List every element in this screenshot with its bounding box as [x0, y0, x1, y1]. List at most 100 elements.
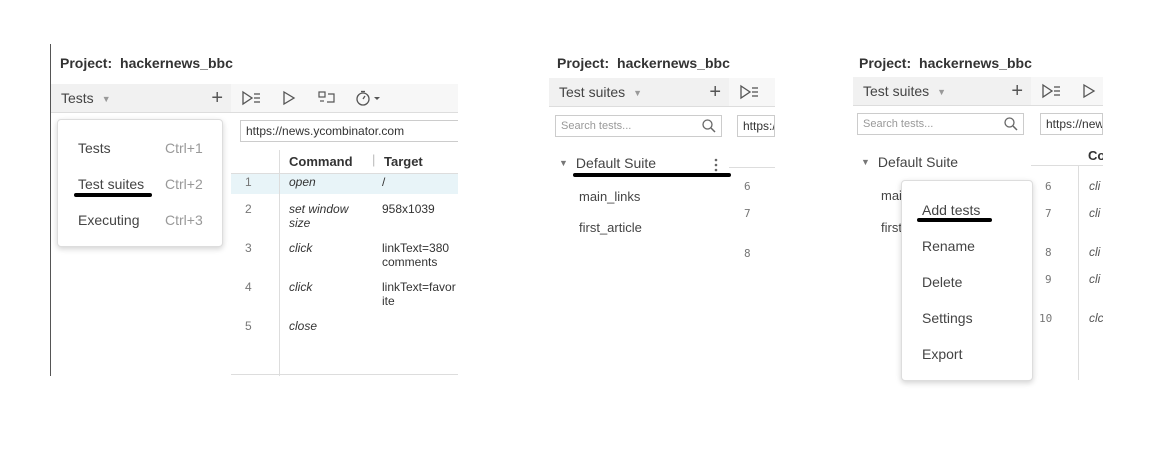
- timer-icon[interactable]: [355, 90, 381, 106]
- toolbar: [729, 78, 775, 107]
- row-number: 8: [744, 247, 751, 260]
- panel-test-suites: Project: hackernews_bbc Test suites ▼ + …: [549, 44, 775, 274]
- play-suite-icon[interactable]: [241, 90, 261, 106]
- play-suite-icon[interactable]: [739, 84, 759, 100]
- caret-down-icon: ▼: [937, 86, 947, 97]
- suite-default[interactable]: ▼ Default Suite: [559, 155, 656, 171]
- row-number: 6: [744, 180, 751, 193]
- suite-context-menu: Add tests Rename Delete Settings Export: [901, 180, 1033, 381]
- row-target: /: [382, 175, 386, 189]
- test-item[interactable]: mai: [881, 188, 902, 203]
- row-target: linkText=380 comments: [382, 241, 450, 269]
- table-row[interactable]: 1 open /: [231, 175, 458, 193]
- project-title: Project: hackernews_bbc: [859, 55, 1032, 71]
- table-row[interactable]: 2 set window size 958x1039: [231, 202, 458, 232]
- menu-item-add-tests[interactable]: Add tests: [922, 202, 980, 218]
- caret-down-icon: ▼: [101, 93, 111, 104]
- play-icon[interactable]: [279, 90, 299, 106]
- menu-item-rename[interactable]: Rename: [922, 238, 975, 254]
- search-icon: [1004, 117, 1018, 131]
- plus-icon[interactable]: +: [1011, 79, 1023, 103]
- table-header-border: [729, 167, 775, 168]
- row-number: 1: [245, 175, 252, 189]
- test-item[interactable]: main_links: [579, 189, 640, 204]
- row-command: cli: [1089, 179, 1101, 193]
- row-command: cli: [1089, 245, 1101, 259]
- suite-default[interactable]: ▼ Default Suite: [861, 154, 958, 170]
- row-command: clc: [1089, 311, 1103, 325]
- sidebar-view-label: Test suites: [559, 84, 626, 100]
- search-icon: [702, 119, 716, 133]
- test-item[interactable]: first_article: [579, 220, 642, 235]
- annotation-underline: [74, 193, 152, 197]
- sidebar-view-selector[interactable]: Tests ▼ +: [51, 84, 231, 113]
- table-row[interactable]: 3 click linkText=380 comments: [231, 241, 458, 271]
- sidebar-view-selector[interactable]: Test suites ▼ +: [853, 77, 1031, 106]
- shortcut-label: Ctrl+1: [165, 140, 203, 156]
- menu-item-executing[interactable]: Executing Ctrl+3: [78, 212, 208, 228]
- toolbar: [1031, 77, 1103, 106]
- suite-name: Default Suite: [877, 154, 959, 170]
- toolbar: [231, 84, 458, 113]
- search-placeholder: Search tests...: [561, 120, 632, 132]
- expand-triangle-icon[interactable]: ▼: [861, 157, 870, 167]
- sidebar-view-label: Test suites: [863, 83, 930, 99]
- row-number: 2: [245, 202, 252, 216]
- row-number: 8: [1045, 246, 1052, 259]
- base-url-input[interactable]: https:/: [737, 115, 775, 137]
- menu-item-settings[interactable]: Settings: [922, 310, 973, 326]
- row-number: 7: [1045, 207, 1052, 220]
- table-row[interactable]: 5 close: [231, 319, 458, 337]
- row-command: open: [289, 175, 316, 189]
- row-target: linkText=favorite: [382, 280, 456, 308]
- shortcut-label: Ctrl+3: [165, 212, 203, 228]
- row-command: cli: [1089, 206, 1101, 220]
- project-title: Project: hackernews_bbc: [557, 55, 730, 71]
- shortcut-label: Ctrl+2: [165, 176, 203, 192]
- command-table-header: Command | Target: [231, 150, 458, 174]
- column-command: Co: [1088, 148, 1103, 163]
- play-suite-icon[interactable]: [1041, 83, 1061, 99]
- plus-icon[interactable]: +: [211, 86, 223, 110]
- row-command: click: [289, 280, 313, 294]
- menu-item-delete[interactable]: Delete: [922, 274, 962, 290]
- row-target: 958x1039: [382, 202, 435, 216]
- row-number: 6: [1045, 180, 1052, 193]
- column-target: Target: [384, 154, 423, 169]
- sidebar-view-label: Tests: [61, 90, 94, 106]
- plus-icon[interactable]: +: [709, 80, 721, 104]
- table-bottom-border: [231, 374, 458, 375]
- menu-item-export[interactable]: Export: [922, 346, 962, 362]
- base-url-input[interactable]: https://new: [1040, 113, 1103, 135]
- view-selector-dropdown: Tests Ctrl+1 Test suites Ctrl+2 Executin…: [57, 119, 223, 247]
- row-number: 5: [245, 319, 252, 333]
- test-item[interactable]: first: [881, 220, 902, 235]
- expand-triangle-icon[interactable]: ▼: [559, 158, 568, 168]
- command-table-header: Co: [1031, 140, 1103, 166]
- row-number: 3: [245, 241, 252, 255]
- search-input[interactable]: Search tests...: [555, 115, 722, 137]
- table-row[interactable]: 4 click linkText=favorite: [231, 280, 458, 310]
- menu-item-test-suites[interactable]: Test suites Ctrl+2: [78, 176, 208, 192]
- search-placeholder: Search tests...: [863, 118, 934, 130]
- row-number: 7: [744, 207, 751, 220]
- project-title: Project: hackernews_bbc: [60, 55, 233, 71]
- base-url-input[interactable]: https://news.ycombinator.com: [240, 120, 458, 142]
- annotation-underline: [917, 218, 992, 222]
- column-divider: |: [372, 152, 376, 167]
- annotation-underline: [573, 173, 731, 177]
- row-number: 10: [1039, 312, 1053, 325]
- suite-name: Default Suite: [575, 155, 657, 171]
- row-number: 4: [245, 280, 252, 294]
- search-input[interactable]: Search tests...: [857, 113, 1024, 135]
- kebab-icon[interactable]: [714, 158, 718, 172]
- number-column-divider: [1078, 166, 1079, 380]
- row-command: click: [289, 241, 313, 255]
- sidebar-view-selector[interactable]: Test suites ▼ +: [549, 78, 729, 107]
- row-number: 9: [1045, 273, 1052, 286]
- row-command: set window size: [289, 202, 349, 230]
- record-icon[interactable]: [317, 90, 337, 106]
- play-icon[interactable]: [1079, 83, 1099, 99]
- menu-item-tests[interactable]: Tests Ctrl+1: [78, 140, 208, 156]
- row-command: close: [289, 319, 318, 333]
